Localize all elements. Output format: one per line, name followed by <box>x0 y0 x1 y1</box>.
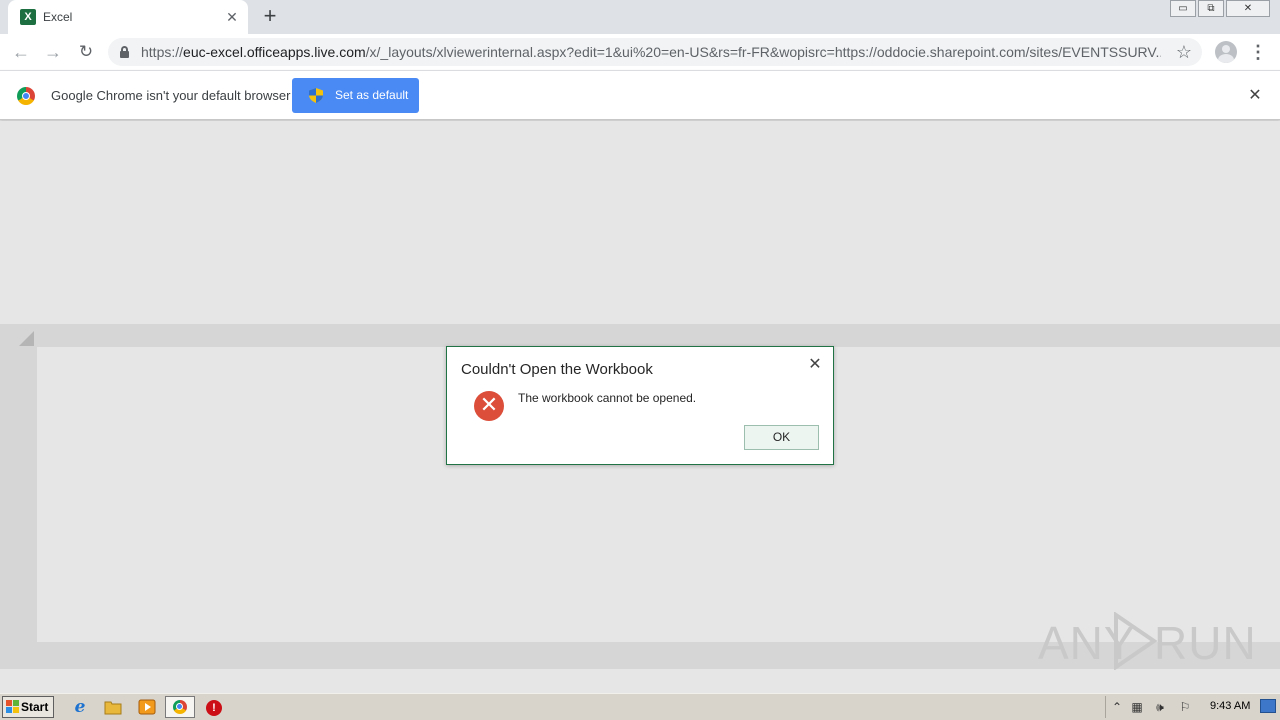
dialog-close-icon[interactable]: ✕ <box>805 355 825 375</box>
profile-avatar-icon[interactable] <box>1215 41 1237 63</box>
window-close-button[interactable]: ✕ <box>1226 0 1270 17</box>
bookmark-star-icon[interactable]: ☆ <box>1172 40 1196 64</box>
set-as-default-button[interactable]: Set as default <box>292 78 419 113</box>
internet-explorer-icon[interactable]: e <box>71 698 89 716</box>
set-as-default-label: Set as default <box>335 88 409 102</box>
dialog-title: Couldn't Open the Workbook <box>461 361 653 378</box>
volume-icon[interactable]: 🕪 <box>1152 699 1168 715</box>
row-header-bar <box>0 347 37 642</box>
folder-icon[interactable] <box>104 698 122 716</box>
chrome-logo-icon <box>17 87 35 105</box>
address-bar[interactable]: https://euc-excel.officeapps.live.com/x/… <box>108 38 1202 66</box>
uac-shield-icon <box>309 88 323 103</box>
forward-arrow-icon[interactable]: → <box>41 40 65 64</box>
start-label: Start <box>21 700 49 714</box>
opera-icon[interactable]: ! <box>206 700 222 716</box>
default-browser-infobar: Google Chrome isn't your default browser… <box>0 70 1280 120</box>
anyrun-watermark: ANY RUN <box>1038 612 1256 672</box>
url-scheme: https:// <box>141 44 184 60</box>
infobar-message: Google Chrome isn't your default browser <box>51 88 291 103</box>
start-button[interactable]: Start <box>2 696 54 718</box>
system-tray: ⌃ ▦ 🕪 ⚐ 9:43 AM <box>1105 696 1278 718</box>
show-desktop-icon[interactable] <box>1260 699 1276 713</box>
dialog-message: The workbook cannot be opened. <box>518 391 697 405</box>
network-icon[interactable]: ▦ <box>1129 699 1145 715</box>
tray-expand-icon[interactable]: ⌃ <box>1109 699 1125 715</box>
windows-taskbar: Start e ! ⌃ ▦ 🕪 ⚐ 9:43 AM <box>0 693 1280 720</box>
excel-favicon-icon: X <box>20 9 36 25</box>
error-x-icon: ✕ <box>474 391 504 421</box>
media-player-icon[interactable] <box>138 698 156 716</box>
select-all-corner[interactable] <box>19 331 34 346</box>
kebab-menu-icon[interactable]: ⋮ <box>1249 42 1267 62</box>
windows-logo-icon <box>6 700 20 714</box>
taskbar-chrome-button[interactable] <box>165 696 195 718</box>
browser-toolbar: ← → ↻ https://euc-excel.officeapps.live.… <box>0 34 1280 70</box>
url-path: /x/_layouts/xlviewerinternal.aspx?edit=1… <box>365 44 1161 60</box>
reload-icon[interactable]: ↻ <box>74 40 98 64</box>
ok-button[interactable]: OK <box>744 425 819 450</box>
action-center-flag-icon[interactable]: ⚐ <box>1177 699 1193 715</box>
error-dialog: Couldn't Open the Workbook ✕ ✕ The workb… <box>446 346 834 465</box>
tab-title: Excel <box>43 10 73 24</box>
play-triangle-icon <box>1114 612 1158 670</box>
minimize-button[interactable]: ▭ <box>1170 0 1196 17</box>
url-host: euc-excel.officeapps.live.com <box>183 44 366 60</box>
watermark-right-text: RUN <box>1154 617 1257 669</box>
lock-icon[interactable] <box>120 46 129 58</box>
column-header-bar <box>0 324 1280 347</box>
tab-close-icon[interactable]: ✕ <box>222 7 242 27</box>
back-arrow-icon[interactable]: ← <box>9 40 33 64</box>
url-text[interactable]: https://euc-excel.officeapps.live.com/x/… <box>141 44 1161 60</box>
tab-strip: X Excel ✕ + ▭ ⧉ ✕ <box>0 0 1280 34</box>
restore-button[interactable]: ⧉ <box>1198 0 1224 17</box>
infobar-close-icon[interactable]: ✕ <box>1244 85 1266 107</box>
taskbar-chrome-icon <box>173 700 187 714</box>
clock[interactable]: 9:43 AM <box>1210 700 1250 712</box>
window-controls: ▭ ⧉ ✕ <box>1168 0 1270 18</box>
new-tab-button[interactable]: + <box>258 5 282 29</box>
tab-excel[interactable]: X Excel ✕ <box>8 0 248 34</box>
